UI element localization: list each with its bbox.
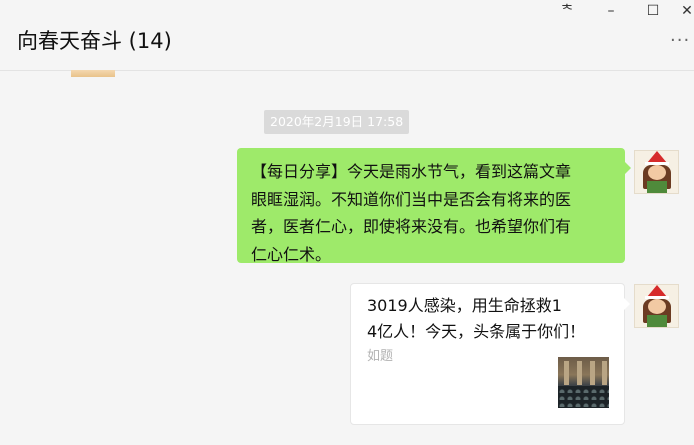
message-line: 仁心仁术。 [251, 244, 332, 264]
message-line: 者，医者仁心，即使将来没有。也希望你们有 [251, 217, 572, 236]
card-thumbnail [558, 357, 609, 408]
more-icon[interactable]: ··· [670, 32, 690, 50]
minimize-icon[interactable]: – [599, 2, 623, 20]
text-message-bubble[interactable]: 【每日分享】今天是雨水节气，看到这篇文章 眼眶湿润。不知道你们当中是否会有将来的… [237, 148, 631, 264]
avatar[interactable] [634, 284, 679, 328]
message-line: 【每日分享】今天是雨水节气，看到这篇文章 [251, 162, 572, 181]
chat-title: 向春天奋斗 (14) [17, 29, 172, 53]
avatar[interactable] [634, 150, 679, 194]
pin-icon[interactable]: ᅕ [555, 2, 579, 20]
chat-header: 向春天奋斗 (14) ᅕ – ☐ ✕ ··· [0, 0, 694, 71]
card-title-line: 3019人感染，用生命拯救1 4亿人！今天，头条属于你们！ [367, 296, 586, 341]
link-card-message[interactable]: 3019人感染，用生命拯救1 4亿人！今天，头条属于你们！ 如题 [350, 283, 630, 425]
close-icon[interactable]: ✕ [675, 2, 694, 20]
message-timestamp: 2020年2月19日 17:58 [264, 110, 410, 134]
avatar[interactable] [71, 70, 115, 77]
message-line: 眼眶湿润。不知道你们当中是否会有将来的医 [251, 189, 572, 209]
card-source: 如题 [367, 349, 394, 364]
maximize-icon[interactable]: ☐ [641, 2, 665, 20]
